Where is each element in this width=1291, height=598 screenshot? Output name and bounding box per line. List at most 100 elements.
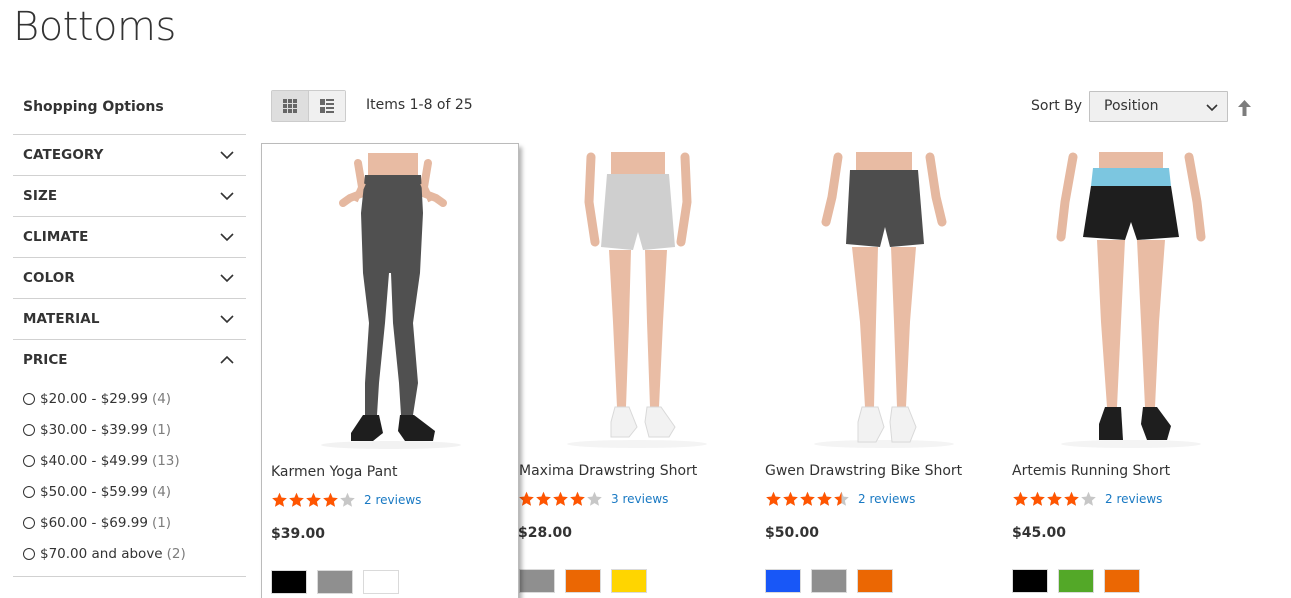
color-swatch[interactable]: [271, 570, 307, 594]
radio-button[interactable]: [23, 516, 35, 529]
price-option[interactable]: $60.00 - $69.99 (1): [23, 507, 186, 538]
radio-button[interactable]: [23, 454, 35, 467]
filter-category[interactable]: CATEGORY: [13, 134, 246, 175]
product-item[interactable]: Artemis Running Short 2 reviews $45.00: [1002, 143, 1260, 598]
star-icon: [519, 491, 534, 506]
color-swatch[interactable]: [765, 569, 801, 593]
color-swatch[interactable]: [519, 569, 555, 593]
grid-view-button[interactable]: [272, 91, 309, 121]
color-swatch[interactable]: [1058, 569, 1094, 593]
star-icon: [306, 492, 321, 507]
product-item[interactable]: Karmen Yoga Pant 2 reviews $39.00: [261, 143, 519, 598]
price-option[interactable]: $40.00 - $49.99 (13): [23, 445, 186, 476]
rating-stars: [271, 492, 356, 508]
star-icon: [323, 492, 338, 507]
star-icon: [536, 491, 551, 506]
chevron-down-icon: [220, 274, 234, 283]
product-price: $45.00: [1012, 525, 1067, 541]
price-option[interactable]: $20.00 - $29.99 (4): [23, 383, 186, 414]
list-view-icon: [319, 99, 334, 113]
star-icon: [1013, 491, 1028, 506]
product-name[interactable]: Artemis Running Short: [1012, 463, 1170, 479]
product-rating: 2 reviews: [271, 492, 421, 508]
price-range-label[interactable]: $60.00 - $69.99: [40, 515, 148, 531]
radio-button[interactable]: [23, 547, 35, 560]
product-rating: 3 reviews: [518, 491, 668, 507]
reviews-link[interactable]: 2 reviews: [858, 492, 915, 506]
filter-label[interactable]: PRICE: [23, 352, 67, 368]
star-icon: [1047, 491, 1062, 506]
filter-material[interactable]: MATERIAL: [13, 298, 246, 339]
star-icon: [834, 491, 849, 506]
price-range-label[interactable]: $40.00 - $49.99: [40, 453, 148, 469]
price-option[interactable]: $30.00 - $39.99 (1): [23, 414, 186, 445]
price-count: (1): [151, 514, 172, 531]
color-swatches: [519, 569, 657, 593]
color-swatch[interactable]: [1012, 569, 1048, 593]
price-count: (1): [151, 421, 172, 438]
chevron-up-icon[interactable]: [220, 353, 234, 367]
page-title: Bottoms: [13, 4, 176, 50]
star-icon: [1030, 491, 1045, 506]
radio-button[interactable]: [23, 485, 35, 498]
product-image[interactable]: [519, 152, 755, 450]
price-count: (4): [151, 390, 172, 407]
chevron-down-icon: [220, 315, 234, 324]
filter-price: PRICE $20.00 - $29.99 (4) $30.00 - $39.9…: [13, 339, 246, 577]
radio-button[interactable]: [23, 423, 35, 436]
price-range-label[interactable]: $70.00 and above: [40, 546, 163, 562]
color-swatch[interactable]: [1104, 569, 1140, 593]
price-range-label[interactable]: $20.00 - $29.99: [40, 391, 148, 407]
list-view-button[interactable]: [308, 91, 345, 121]
chevron-down-icon: [220, 233, 234, 242]
star-icon: [340, 492, 355, 507]
filter-label: COLOR: [23, 270, 75, 286]
star-icon: [783, 491, 798, 506]
product-price: $28.00: [518, 525, 573, 541]
product-image[interactable]: [273, 153, 509, 451]
product-image[interactable]: [1013, 152, 1249, 450]
filter-list: CATEGORY SIZE CLIMATE COLOR MATERIAL PRI…: [13, 134, 246, 577]
color-swatch[interactable]: [565, 569, 601, 593]
filter-size[interactable]: SIZE: [13, 175, 246, 216]
product-item[interactable]: Maxima Drawstring Short 3 reviews $28.00: [508, 143, 766, 598]
product-image[interactable]: [766, 152, 1002, 450]
chevron-down-icon: [220, 192, 234, 201]
reviews-link[interactable]: 2 reviews: [1105, 492, 1162, 506]
sort-by-label: Sort By: [1031, 98, 1083, 114]
filter-color[interactable]: COLOR: [13, 257, 246, 298]
view-mode-switcher: [271, 90, 346, 122]
color-swatch[interactable]: [317, 570, 353, 594]
sort-by-select[interactable]: Position: [1089, 91, 1228, 122]
filter-label: MATERIAL: [23, 311, 100, 327]
price-options: $20.00 - $29.99 (4) $30.00 - $39.99 (1) …: [23, 383, 186, 569]
radio-button[interactable]: [23, 392, 35, 405]
product-item[interactable]: Gwen Drawstring Bike Short 2 reviews $50…: [755, 143, 1013, 598]
price-count: (4): [151, 483, 172, 500]
color-swatch[interactable]: [363, 570, 399, 594]
grid-view-icon: [282, 99, 297, 113]
color-swatch[interactable]: [857, 569, 893, 593]
color-swatch[interactable]: [611, 569, 647, 593]
reviews-link[interactable]: 3 reviews: [611, 492, 668, 506]
color-swatch[interactable]: [811, 569, 847, 593]
product-name[interactable]: Gwen Drawstring Bike Short: [765, 463, 962, 479]
product-name[interactable]: Karmen Yoga Pant: [271, 464, 398, 480]
star-icon: [570, 491, 585, 506]
price-option[interactable]: $50.00 - $59.99 (4): [23, 476, 186, 507]
filter-climate[interactable]: CLIMATE: [13, 216, 246, 257]
reviews-link[interactable]: 2 reviews: [364, 493, 421, 507]
price-range-label[interactable]: $50.00 - $59.99: [40, 484, 148, 500]
price-count: (2): [166, 545, 186, 562]
chevron-down-icon: [1206, 104, 1218, 112]
product-rating: 2 reviews: [1012, 491, 1162, 507]
price-option[interactable]: $70.00 and above (2): [23, 538, 186, 569]
product-rating: 2 reviews: [765, 491, 915, 507]
sort-arrow-up-icon[interactable]: [1237, 99, 1252, 117]
color-swatches: [271, 570, 409, 594]
rating-stars: [1012, 491, 1097, 507]
price-range-label[interactable]: $30.00 - $39.99: [40, 422, 148, 438]
shopping-options-sidebar: Shopping Options CATEGORY SIZE CLIMATE C…: [13, 96, 246, 577]
product-name[interactable]: Maxima Drawstring Short: [519, 463, 697, 479]
color-swatches: [1012, 569, 1150, 593]
